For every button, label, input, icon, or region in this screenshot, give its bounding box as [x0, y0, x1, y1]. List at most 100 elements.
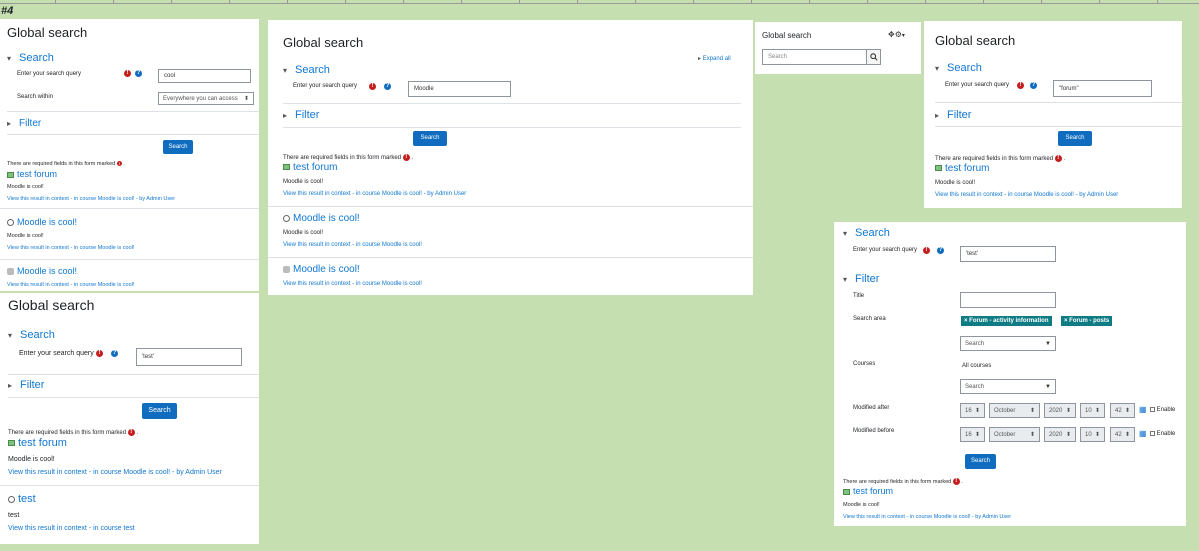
search-section-toggle[interactable]: ▾ Search [8, 329, 55, 341]
forum-icon [935, 165, 942, 172]
calendar-icon[interactable]: ▦ [1139, 405, 1147, 414]
filter-section-toggle[interactable]: ▾ Filter [843, 273, 879, 285]
filter-section-toggle[interactable]: ▸ Filter [8, 379, 44, 391]
result-context-link[interactable]: View this result in context - in course … [843, 514, 1011, 520]
result-context-link[interactable]: View this result in context - in course … [935, 192, 1118, 198]
result-title-link[interactable]: test [8, 493, 36, 505]
block-search-input[interactable]: Search [762, 49, 867, 65]
checkbox-icon [1150, 431, 1155, 436]
before-enable-checkbox[interactable]: Enable [1150, 431, 1175, 437]
help-icon[interactable]: ? [111, 350, 118, 357]
search-query-input[interactable]: "forum" [1053, 80, 1152, 97]
panel-search-forum: Global search ▾ Search Enter your search … [924, 21, 1182, 208]
result-context-link[interactable]: View this result in context - in course … [7, 245, 134, 251]
search-query-input[interactable]: 'test' [136, 348, 242, 366]
search-area-dropdown[interactable]: Search ▼ [960, 336, 1056, 351]
sort-icon: ⬍ [1124, 432, 1130, 438]
search-button[interactable]: Search [163, 140, 193, 154]
before-year-select[interactable]: 2020 ⬍ [1044, 427, 1076, 442]
help-icon[interactable]: ? [135, 70, 142, 77]
expand-all-link[interactable]: ▸ Expand all [698, 55, 731, 62]
search-section-toggle[interactable]: ▾ Search [283, 64, 330, 76]
result-title-link[interactable]: Moodle is cool! [283, 264, 360, 275]
help-icon[interactable]: ? [1030, 82, 1037, 89]
before-day-select[interactable]: 16 ⬍ [960, 427, 985, 442]
required-icon: ! [96, 350, 103, 357]
courses-value: All courses [962, 363, 992, 369]
search-section-toggle[interactable]: ▾ Search [935, 62, 982, 74]
enable-label: Enable [1156, 407, 1176, 414]
block-controls: ✥⚙▾ [888, 30, 905, 39]
after-enable-checkbox[interactable]: Enable [1150, 407, 1175, 413]
help-icon[interactable]: ? [937, 247, 944, 254]
search-button[interactable]: Search [1058, 131, 1092, 146]
filter-section-toggle[interactable]: ▸ Filter [935, 109, 971, 121]
courses-dropdown[interactable]: Search ▼ [960, 379, 1056, 394]
after-month-select[interactable]: October ⬍ [989, 403, 1040, 418]
chevron-down-icon: ▾ [843, 228, 848, 238]
chip-forum-activity[interactable]: × Forum - activity information [961, 316, 1052, 326]
before-month-select[interactable]: October ⬍ [989, 427, 1040, 442]
result-context-link[interactable]: View this result in context - in course … [8, 525, 135, 532]
result-context-link[interactable]: View this result in context - in course … [283, 281, 422, 287]
help-icon[interactable]: ? [384, 83, 391, 90]
forum-icon [283, 164, 290, 171]
search-within-select[interactable]: Everywhere you can access ⬍ [158, 92, 254, 105]
before-hour-select[interactable]: 10 ⬍ [1080, 427, 1105, 442]
result-context-link[interactable]: View this result in context - in course … [8, 469, 222, 476]
result-title-link[interactable]: test forum [283, 162, 337, 173]
after-hour-select[interactable]: 10 ⬍ [1080, 403, 1105, 418]
filter-section-toggle[interactable]: ▸ Filter [7, 118, 41, 129]
chevron-down-icon[interactable]: ▾ [902, 33, 905, 39]
after-year-select[interactable]: 2020 ⬍ [1044, 403, 1076, 418]
result-title-link[interactable]: test forum [843, 486, 893, 496]
page-title: Global search [283, 35, 364, 50]
sort-icon: ⬍ [1124, 408, 1130, 414]
result-title-link[interactable]: Moodle is cool! [7, 266, 77, 276]
after-hour-value: 10 [1085, 407, 1092, 414]
search-query-input[interactable]: cool [158, 69, 251, 83]
required-icon: ! [1054, 155, 1062, 162]
result-title-text: test forum [853, 486, 894, 496]
result-context-link[interactable]: View this result in context - in course … [7, 282, 134, 288]
search-section-toggle[interactable]: ▾ Search [7, 52, 54, 64]
search-section-toggle[interactable]: ▾ Search [843, 227, 890, 239]
before-minute-select[interactable]: 42 ⬍ [1110, 427, 1135, 442]
result-title-link[interactable]: test forum [8, 437, 67, 449]
required-icon: ! [124, 70, 131, 77]
calendar-icon[interactable]: ▦ [1139, 429, 1147, 438]
search-within-value: Everywhere you can access [163, 95, 238, 102]
page-icon [7, 219, 14, 227]
search-query-input[interactable]: 'test' [960, 246, 1056, 262]
search-section-label: Search [20, 329, 55, 341]
result-title-link[interactable]: test forum [935, 163, 989, 174]
modified-after-label: Modified after [853, 405, 890, 411]
search-button[interactable]: Search [965, 454, 996, 469]
move-icon[interactable]: ✥ [888, 30, 895, 39]
page-title: Global search [7, 25, 88, 40]
search-button[interactable]: Search [142, 403, 177, 419]
search-submit-button[interactable] [866, 49, 881, 65]
chevron-right-icon: ▸ [935, 110, 940, 120]
title-input[interactable] [960, 292, 1056, 308]
after-day-select[interactable]: 16 ⬍ [960, 403, 985, 418]
filter-section-toggle[interactable]: ▸ Filter [283, 109, 319, 121]
result-context-link[interactable]: View this result in context - in course … [283, 242, 422, 248]
search-button[interactable]: Search [413, 131, 447, 146]
result-title-text: Moodle is cool! [17, 217, 78, 227]
sort-icon: ⬍ [1029, 432, 1035, 438]
result-context-link[interactable]: View this result in context - in course … [7, 196, 175, 202]
chip-forum-posts[interactable]: × Forum - posts [1061, 316, 1113, 326]
result-text: Moodle is cool! [8, 456, 55, 463]
result-title-link[interactable]: test forum [7, 169, 57, 179]
enable-label: Enable [1156, 431, 1176, 438]
after-minute-select[interactable]: 42 ⬍ [1110, 403, 1135, 418]
gear-icon[interactable]: ⚙ [895, 30, 902, 39]
search-query-input[interactable]: Moodle [408, 81, 511, 97]
image-tag: #4 [1, 5, 14, 17]
result-title-link[interactable]: Moodle is cool! [7, 217, 77, 227]
result-title-link[interactable]: Moodle is cool! [283, 213, 360, 224]
result-context-link[interactable]: View this result in context - in course … [283, 191, 466, 197]
result-title-text: test [18, 493, 36, 505]
before-year-value: 2020 [1049, 431, 1063, 438]
